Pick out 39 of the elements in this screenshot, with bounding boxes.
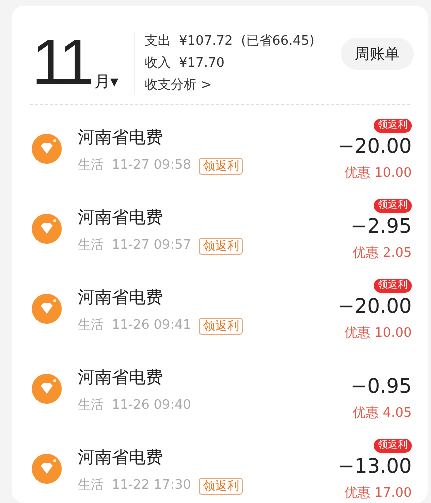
amount: −20.00 — [338, 292, 412, 318]
month-number: 11 — [32, 30, 90, 94]
weekly-bill-button[interactable]: 周账单 — [341, 38, 414, 70]
payee-name: 河南省电费 — [78, 128, 164, 148]
discount-amount: 优惠 17.00 — [344, 484, 412, 502]
rebate-badge[interactable]: 领返利 — [374, 278, 412, 292]
amount: −2.95 — [350, 212, 412, 238]
rebate-badge[interactable]: 领返利 — [374, 438, 412, 452]
rebate-badge[interactable]: 领返利 — [374, 118, 412, 132]
transaction-time: 11-26 09:41 — [112, 318, 192, 334]
amount: −13.00 — [338, 452, 412, 478]
payee-name: 河南省电费 — [78, 368, 164, 388]
category-label: 生活 — [78, 478, 104, 494]
month-selector[interactable]: 月▾ — [94, 74, 118, 90]
analysis-link[interactable]: 收支分析 > — [145, 76, 315, 95]
category-label: 生活 — [78, 398, 104, 414]
category-label: 生活 — [78, 318, 104, 334]
rebate-tag[interactable]: 领返利 — [199, 318, 244, 334]
payee-name: 河南省电费 — [78, 288, 164, 308]
amount: −0.95 — [350, 372, 412, 398]
rebate-badge[interactable]: 领返利 — [374, 198, 412, 212]
discount-amount: 优惠 10.00 — [344, 324, 412, 342]
rebate-tag[interactable]: 领返利 — [199, 238, 244, 254]
transaction-time: 11-27 09:58 — [112, 158, 192, 174]
rebate-tag[interactable]: 领返利 — [199, 158, 244, 174]
income-summary: 收入 ¥17.70 — [145, 55, 226, 73]
transaction-time: 11-27 09:57 — [112, 238, 192, 254]
discount-amount: 优惠 4.05 — [352, 404, 412, 422]
transaction-time: 11-26 09:40 — [112, 398, 192, 414]
amount: −20.00 — [338, 132, 412, 158]
expense-summary: 支出 ¥107.72 (已省66.45) — [145, 33, 315, 51]
category-label: 生活 — [78, 158, 104, 174]
discount-amount: 优惠 10.00 — [344, 164, 412, 182]
payee-name: 河南省电费 — [78, 448, 164, 468]
rebate-tag[interactable]: 领返利 — [199, 478, 244, 494]
payee-name: 河南省电费 — [78, 208, 164, 228]
transaction-time: 11-22 17:30 — [112, 478, 192, 494]
discount-amount: 优惠 2.05 — [352, 244, 412, 262]
category-label: 生活 — [78, 238, 104, 254]
